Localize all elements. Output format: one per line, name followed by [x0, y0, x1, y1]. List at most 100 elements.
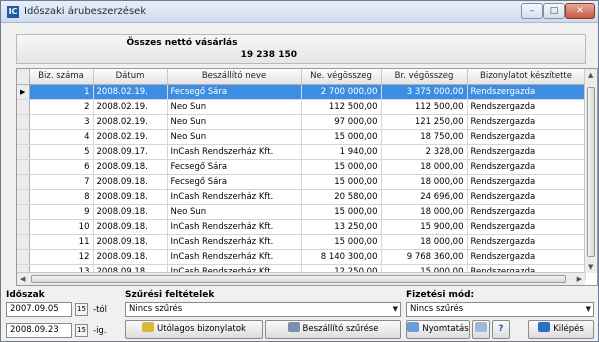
- date-from-field[interactable]: 2007.09.05: [6, 302, 72, 317]
- cell-created-by[interactable]: Rendszergazda: [467, 159, 586, 175]
- cell-date[interactable]: 2008.09.17.: [93, 144, 168, 160]
- cell-gross-total[interactable]: 3 375 000,00: [381, 84, 468, 100]
- cell-number[interactable]: 9: [29, 204, 94, 220]
- cell-created-by[interactable]: Rendszergazda: [467, 114, 586, 130]
- cell-date[interactable]: 2008.02.19.: [93, 129, 168, 145]
- cell-gross-total[interactable]: 9 768 360,00: [381, 249, 468, 265]
- cell-number[interactable]: 3: [29, 114, 94, 130]
- cell-net-total[interactable]: 15 000,00: [301, 174, 382, 190]
- horizontal-scrollbar[interactable]: ◀ ▶: [17, 272, 585, 285]
- column-header-supplier[interactable]: Beszállító neve: [167, 69, 302, 85]
- table-row[interactable]: 3 2008.02.19. Neo Sun 97 000,00 121 250,00 Re…: [17, 114, 586, 130]
- cell-gross-total[interactable]: 112 500,00: [381, 99, 468, 115]
- purchases-grid[interactable]: Biz. száma Dátum Beszállító neve Ne. vég…: [16, 68, 598, 286]
- cell-supplier[interactable]: InCash Rendszerház Kft.: [167, 249, 302, 265]
- cell-net-total[interactable]: 15 000,00: [301, 234, 382, 250]
- cell-gross-total[interactable]: 18 000,00: [381, 159, 468, 175]
- scroll-right-icon[interactable]: ▶: [577, 275, 582, 283]
- exit-button[interactable]: Kilépés: [528, 320, 594, 339]
- cell-supplier[interactable]: InCash Rendszerház Kft.: [167, 189, 302, 205]
- cell-created-by[interactable]: Rendszergazda: [467, 144, 586, 160]
- cell-supplier[interactable]: Fecsegő Sára: [167, 159, 302, 175]
- cell-supplier[interactable]: InCash Rendszerház Kft.: [167, 144, 302, 160]
- date-to-field[interactable]: 2008.09.23: [6, 323, 72, 338]
- vertical-scrollbar[interactable]: ▲ ▼: [584, 69, 597, 273]
- column-header-created-by[interactable]: Bizonylatot készítette: [467, 69, 586, 85]
- cell-net-total[interactable]: 8 140 300,00: [301, 249, 382, 265]
- table-row[interactable]: 6 2008.09.18. Fecsegő Sára 15 000,00 18 000,…: [17, 159, 586, 175]
- table-row[interactable]: 10 2008.09.18. InCash Rendszerház Kft. 13 2…: [17, 219, 586, 235]
- cell-supplier[interactable]: InCash Rendszerház Kft.: [167, 219, 302, 235]
- cell-net-total[interactable]: 13 250,00: [301, 219, 382, 235]
- cell-date[interactable]: 2008.09.18.: [93, 249, 168, 265]
- cell-date[interactable]: 2008.09.18.: [93, 159, 168, 175]
- cell-gross-total[interactable]: 2 328,00: [381, 144, 468, 160]
- cell-date[interactable]: 2008.02.19.: [93, 99, 168, 115]
- cell-created-by[interactable]: Rendszergazda: [467, 204, 586, 220]
- cell-net-total[interactable]: 20 580,00: [301, 189, 382, 205]
- scroll-up-icon[interactable]: ▲: [588, 71, 593, 79]
- cell-created-by[interactable]: Rendszergazda: [467, 189, 586, 205]
- cell-supplier[interactable]: Fecsegő Sára: [167, 174, 302, 190]
- cell-created-by[interactable]: Rendszergazda: [467, 84, 586, 100]
- cell-date[interactable]: 2008.09.18.: [93, 204, 168, 220]
- cell-number[interactable]: 8: [29, 189, 94, 205]
- cell-gross-total[interactable]: 24 696,00: [381, 189, 468, 205]
- table-row[interactable]: ▶ 1 2008.02.19. Fecsegő Sára 2 700 000,00 3 3…: [17, 84, 586, 100]
- column-header-gross-total[interactable]: Br. végösszeg: [381, 69, 468, 85]
- cell-date[interactable]: 2008.09.18.: [93, 189, 168, 205]
- cell-date[interactable]: 2008.09.18.: [93, 219, 168, 235]
- cell-net-total[interactable]: 97 000,00: [301, 114, 382, 130]
- cell-supplier[interactable]: Neo Sun: [167, 99, 302, 115]
- calendar-to-icon[interactable]: 15: [75, 324, 88, 337]
- cell-date[interactable]: 2008.02.19.: [93, 84, 168, 100]
- cell-gross-total[interactable]: 18 000,00: [381, 234, 468, 250]
- cell-number[interactable]: 1: [29, 84, 94, 100]
- horizontal-scroll-thumb[interactable]: [31, 275, 566, 283]
- cell-gross-total[interactable]: 18 000,00: [381, 174, 468, 190]
- cell-created-by[interactable]: Rendszergazda: [467, 234, 586, 250]
- table-row[interactable]: 5 2008.09.17. InCash Rendszerház Kft. 1 940…: [17, 144, 586, 160]
- column-header-net-total[interactable]: Ne. végösszeg: [301, 69, 382, 85]
- table-row[interactable]: 9 2008.09.18. Neo Sun 15 000,00 18 000,00 Ren…: [17, 204, 586, 220]
- help-button[interactable]: ?: [492, 320, 510, 339]
- print-button[interactable]: Nyomtatás: [406, 320, 470, 339]
- cell-gross-total[interactable]: 18 750,00: [381, 129, 468, 145]
- table-row[interactable]: 8 2008.09.18. InCash Rendszerház Kft. 20 58…: [17, 189, 586, 205]
- filter-select[interactable]: Nincs szűrés ▼: [125, 302, 401, 317]
- cell-supplier[interactable]: Neo Sun: [167, 114, 302, 130]
- cell-created-by[interactable]: Rendszergazda: [467, 249, 586, 265]
- cell-number[interactable]: 10: [29, 219, 94, 235]
- table-row[interactable]: 7 2008.09.18. Fecsegő Sára 15 000,00 18 000,…: [17, 174, 586, 190]
- column-header-date[interactable]: Dátum: [93, 69, 168, 85]
- vertical-scroll-thumb[interactable]: [587, 87, 595, 257]
- cell-number[interactable]: 12: [29, 249, 94, 265]
- title-bar[interactable]: IC Időszaki árubeszerzések – □ ✕: [1, 1, 598, 23]
- column-header-number[interactable]: Biz. száma: [29, 69, 94, 85]
- cell-supplier[interactable]: Fecsegő Sára: [167, 84, 302, 100]
- cell-date[interactable]: 2008.09.18.: [93, 174, 168, 190]
- followup-documents-button[interactable]: Utólagos bizonylatok: [125, 320, 263, 339]
- table-row[interactable]: 2 2008.02.19. Neo Sun 112 500,00 112 500,00 R…: [17, 99, 586, 115]
- cell-gross-total[interactable]: 15 900,00: [381, 219, 468, 235]
- cell-created-by[interactable]: Rendszergazda: [467, 174, 586, 190]
- payment-select[interactable]: Nincs szűrés ▼: [406, 302, 594, 317]
- cell-supplier[interactable]: Neo Sun: [167, 129, 302, 145]
- chevron-down-icon[interactable]: ▼: [393, 303, 398, 316]
- cell-number[interactable]: 11: [29, 234, 94, 250]
- cell-number[interactable]: 6: [29, 159, 94, 175]
- cell-created-by[interactable]: Rendszergazda: [467, 219, 586, 235]
- cell-number[interactable]: 2: [29, 99, 94, 115]
- cell-net-total[interactable]: 112 500,00: [301, 99, 382, 115]
- cell-date[interactable]: 2008.09.18.: [93, 234, 168, 250]
- table-row[interactable]: 12 2008.09.18. InCash Rendszerház Kft. 8 14…: [17, 249, 586, 265]
- cell-net-total[interactable]: 15 000,00: [301, 204, 382, 220]
- close-button[interactable]: ✕: [565, 3, 595, 19]
- cell-number[interactable]: 5: [29, 144, 94, 160]
- chevron-down-icon[interactable]: ▼: [586, 303, 591, 316]
- cell-supplier[interactable]: InCash Rendszerház Kft.: [167, 234, 302, 250]
- cell-supplier[interactable]: Neo Sun: [167, 204, 302, 220]
- cell-gross-total[interactable]: 121 250,00: [381, 114, 468, 130]
- supplier-filter-button[interactable]: Beszállító szűrése: [265, 320, 401, 339]
- scroll-down-icon[interactable]: ▼: [588, 263, 593, 271]
